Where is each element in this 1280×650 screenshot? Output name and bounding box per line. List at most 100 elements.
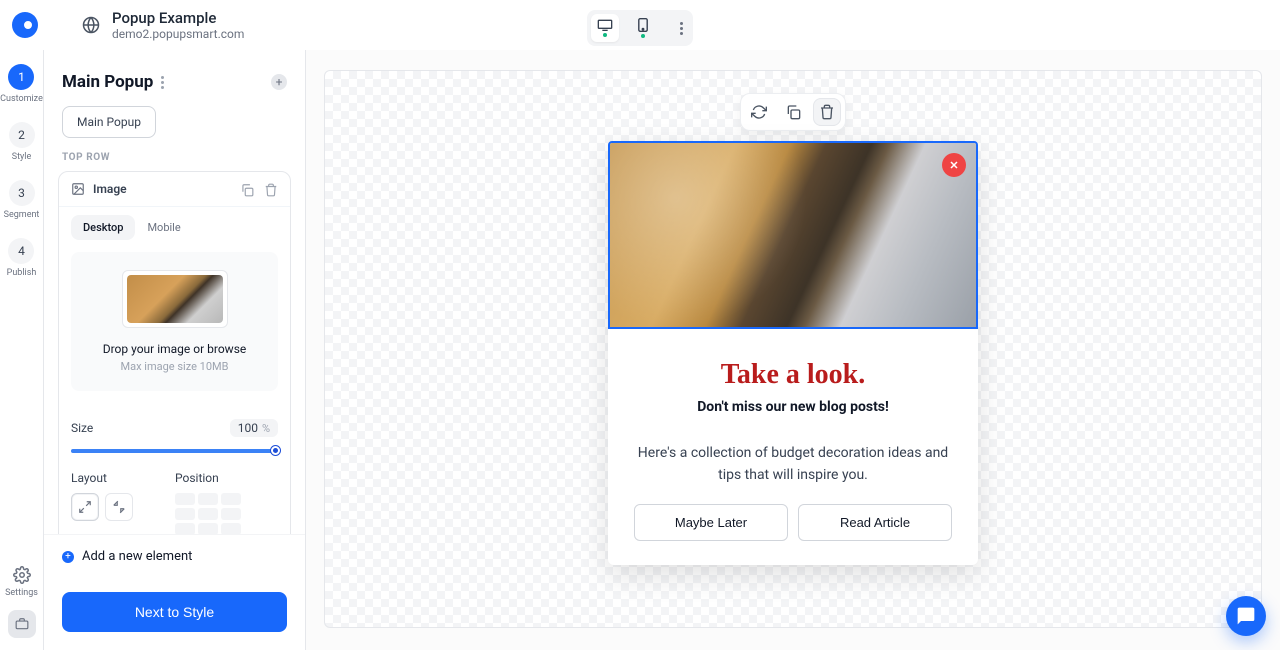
rail-step-style[interactable]: 2 Style <box>9 122 35 162</box>
step-number-badge: 4 <box>8 238 34 264</box>
support-chat-fab[interactable] <box>1226 596 1266 636</box>
expand-icon <box>78 500 92 514</box>
device-more-menu[interactable] <box>673 22 689 35</box>
project-title: Popup Example <box>112 9 244 27</box>
project-domain: demo2.popupsmart.com <box>112 27 244 41</box>
brand-logo[interactable] <box>12 12 38 38</box>
size-unit: % <box>262 422 270 435</box>
pos-mid-left[interactable] <box>175 508 195 520</box>
section-label-top-row: TOP ROW <box>44 152 305 171</box>
tab-mobile[interactable]: Mobile <box>135 215 192 240</box>
position-grid <box>175 493 241 534</box>
trash-icon <box>819 104 835 120</box>
size-label: Size <box>71 421 230 435</box>
dropzone-hint: Max image size 10MB <box>121 360 229 373</box>
popup-close-button[interactable] <box>942 153 966 177</box>
pos-bot-right[interactable] <box>221 523 241 534</box>
chat-icon <box>1236 606 1256 626</box>
layout-contract-button[interactable] <box>105 493 133 521</box>
panel-more-menu[interactable] <box>161 76 164 89</box>
top-header: Popup Example demo2.popupsmart.com <box>0 0 1280 50</box>
tab-desktop[interactable]: Desktop <box>71 215 135 240</box>
layout-label: Layout <box>71 471 133 485</box>
card-title: Image <box>93 182 240 196</box>
size-value-box[interactable]: 100 % <box>230 419 278 437</box>
duplicate-button[interactable] <box>779 98 807 126</box>
copy-icon[interactable] <box>240 182 254 196</box>
desktop-preview-button[interactable] <box>591 14 619 42</box>
panel-header: Main Popup + <box>44 50 305 106</box>
maybe-later-button[interactable]: Maybe Later <box>634 504 788 541</box>
element-floating-toolbar <box>740 93 846 131</box>
popup-preview[interactable]: Take a look. Don't miss our new blog pos… <box>608 141 978 565</box>
popup-heading[interactable]: Take a look. <box>634 359 952 391</box>
device-preview-switch <box>587 10 693 46</box>
pos-mid-right[interactable] <box>221 508 241 520</box>
size-row: Size 100 % <box>59 405 290 443</box>
settings-label: Settings <box>5 588 38 598</box>
element-card-image: Image Desktop Mobile Drop you <box>58 171 291 534</box>
refresh-icon <box>751 104 767 120</box>
popup-subheading[interactable]: Don't miss our new blog posts! <box>634 399 952 415</box>
image-thumbnail-frame <box>122 270 228 328</box>
active-indicator-dot <box>603 33 607 37</box>
project-title-block: Popup Example demo2.popupsmart.com <box>112 9 244 41</box>
popup-selector-pill[interactable]: Main Popup <box>62 106 156 138</box>
workspace-button[interactable] <box>8 610 36 638</box>
add-element-label: Add a new element <box>82 549 192 564</box>
gear-icon <box>13 566 31 584</box>
delete-button[interactable] <box>813 98 841 126</box>
canvas: Take a look. Don't miss our new blog pos… <box>306 50 1280 650</box>
rail-settings-button[interactable]: Settings <box>5 566 38 598</box>
pos-top-center[interactable] <box>198 493 218 505</box>
add-popup-button[interactable]: + <box>271 74 287 90</box>
pos-top-right[interactable] <box>221 493 241 505</box>
pos-top-left[interactable] <box>175 493 195 505</box>
pos-mid-center[interactable] <box>198 508 218 520</box>
rail-step-segment[interactable]: 3 Segment <box>4 180 40 220</box>
slider-handle[interactable] <box>271 446 280 455</box>
read-article-button[interactable]: Read Article <box>798 504 952 541</box>
briefcase-icon <box>15 617 29 631</box>
add-new-element-button[interactable]: + Add a new element <box>62 549 287 564</box>
image-thumbnail <box>127 275 223 323</box>
inspector-sidebar: Main Popup + Main Popup TOP ROW Image <box>44 50 306 650</box>
copy-icon <box>785 104 801 120</box>
popup-paragraph[interactable]: Here's a collection of budget decoration… <box>634 443 952 486</box>
image-icon <box>71 182 85 196</box>
size-value: 100 <box>238 421 258 435</box>
contract-icon <box>112 500 126 514</box>
globe-icon <box>82 16 100 34</box>
refresh-button[interactable] <box>745 98 773 126</box>
popup-image-selected[interactable] <box>608 141 978 329</box>
image-dropzone[interactable]: Drop your image or browse Max image size… <box>71 252 278 391</box>
close-icon <box>948 159 960 171</box>
sidebar-footer: + Add a new element Next to Style <box>44 534 305 650</box>
plus-icon: + <box>62 551 74 563</box>
layout-position-row: Layout Position <box>59 467 290 534</box>
step-rail: 1 Customize 2 Style 3 Segment 4 Publish … <box>0 50 44 650</box>
step-label: Customize <box>0 94 43 104</box>
mobile-preview-button[interactable] <box>629 14 657 42</box>
popup-hero-image <box>610 143 976 327</box>
popup-body: Take a look. Don't miss our new blog pos… <box>608 329 978 565</box>
step-label: Segment <box>4 210 40 220</box>
next-to-style-button[interactable]: Next to Style <box>62 592 287 632</box>
active-indicator-dot <box>641 34 645 38</box>
rail-step-publish[interactable]: 4 Publish <box>7 238 37 278</box>
pos-bot-left[interactable] <box>175 523 195 534</box>
layout-expand-button[interactable] <box>71 493 99 521</box>
step-number-badge: 1 <box>8 64 34 90</box>
artboard[interactable]: Take a look. Don't miss our new blog pos… <box>324 70 1262 628</box>
step-label: Publish <box>7 268 37 278</box>
card-header[interactable]: Image <box>59 172 290 206</box>
device-tabs: Desktop Mobile <box>59 206 290 252</box>
step-number-badge: 2 <box>9 122 35 148</box>
trash-icon[interactable] <box>264 182 278 196</box>
pos-bot-center[interactable] <box>198 523 218 534</box>
rail-step-customize[interactable]: 1 Customize <box>0 64 43 104</box>
step-label: Style <box>12 152 32 162</box>
dropzone-instruction: Drop your image or browse <box>103 342 247 356</box>
step-number-badge: 3 <box>9 180 35 206</box>
size-slider[interactable] <box>71 449 278 453</box>
